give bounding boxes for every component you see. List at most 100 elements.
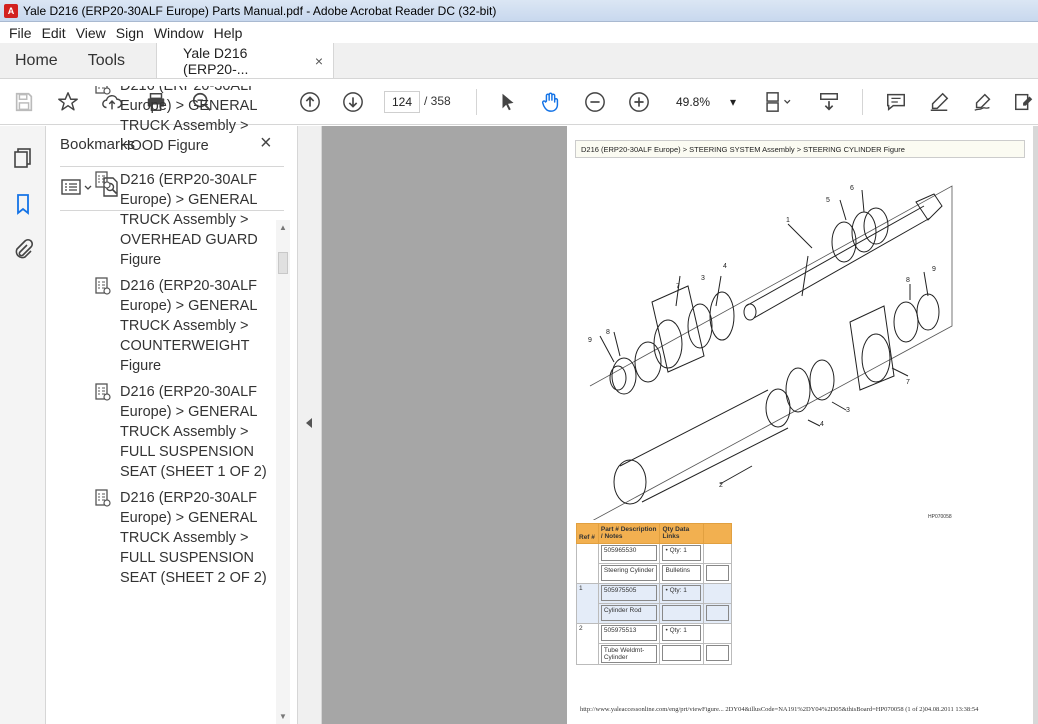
- part-number[interactable]: 505975505: [600, 585, 658, 601]
- menu-file[interactable]: File: [6, 25, 39, 41]
- table-row: 1 505975505 • Qty: 1: [576, 583, 732, 624]
- bookmarks-list: D216 (ERP20-30ALF Europe) > GENERAL TRUC…: [46, 86, 282, 598]
- document-scrollbar[interactable]: [1033, 126, 1038, 724]
- zoom-in-icon[interactable]: [627, 90, 651, 114]
- col-part: Part # Description / Notes: [597, 523, 661, 544]
- acrobat-icon: A: [4, 3, 18, 18]
- col-ref: Ref #: [576, 523, 599, 544]
- collapse-arrow-icon[interactable]: [306, 418, 312, 428]
- bookmark-item[interactable]: D216 (ERP20-30ALF Europe) > GENERAL TRUC…: [94, 86, 274, 156]
- edit-pdf-icon[interactable]: [1012, 90, 1036, 114]
- tab-home[interactable]: Home: [0, 43, 73, 78]
- scrolling-mode-icon[interactable]: [817, 90, 841, 114]
- callout-2: 2: [719, 482, 723, 489]
- toolbar-divider: [476, 89, 477, 115]
- window-title: Yale D216 (ERP20-30ALF Europe) Parts Man…: [23, 3, 497, 18]
- save-icon[interactable]: [12, 90, 36, 114]
- ref-cell: [576, 543, 599, 584]
- highlight-pen-icon[interactable]: [927, 90, 951, 114]
- col-extra: [703, 523, 732, 544]
- bookmark-item[interactable]: D216 (ERP20-30ALF Europe) > GENERAL TRUC…: [94, 382, 274, 482]
- chevron-down-icon: ▾: [729, 95, 736, 109]
- callout-5: 5: [826, 197, 830, 204]
- callout-9: 9: [588, 337, 592, 344]
- callout-7: 7: [906, 379, 910, 386]
- bookmark-page-icon: [95, 86, 111, 95]
- attachment-icon[interactable]: [11, 238, 35, 262]
- bookmark-label: D216 (ERP20-30ALF Europe) > GENERAL TRUC…: [120, 278, 258, 374]
- bookmark-icon[interactable]: [11, 192, 35, 216]
- tab-tools[interactable]: Tools: [73, 43, 140, 78]
- callout-4: 4: [820, 421, 824, 428]
- bookmark-item[interactable]: D216 (ERP20-30ALF Europe) > GENERAL TRUC…: [94, 488, 274, 588]
- table-row: Steering Cylinder Bulletins: [577, 563, 732, 584]
- page-down-icon[interactable]: [341, 90, 365, 114]
- bookmark-item[interactable]: D216 (ERP20-30ALF Europe) > GENERAL TRUC…: [94, 170, 274, 270]
- callout-3: 3: [701, 275, 705, 282]
- page-layout-icon[interactable]: [762, 90, 796, 114]
- menu-edit[interactable]: Edit: [39, 25, 73, 41]
- toolbar-divider: [862, 89, 863, 115]
- table-row: 2 505975513 • Qty: 1: [576, 623, 732, 665]
- bookmark-label: D216 (ERP20-30ALF Europe) > GENERAL TRUC…: [120, 384, 267, 480]
- tab-bar: Home Tools Yale D216 (ERP20-... ×: [0, 43, 1038, 79]
- zoom-out-icon[interactable]: [583, 90, 607, 114]
- title-bar: A Yale D216 (ERP20-30ALF Europe) Parts M…: [0, 0, 1038, 22]
- menu-window[interactable]: Window: [151, 25, 211, 41]
- tab-document-label: Yale D216 (ERP20-...: [183, 44, 249, 77]
- steering-cylinder-diagram: 1 2 3 4 5 6 7 8 9 9 8 7 3 4: [588, 185, 953, 520]
- ref-cell: 1: [576, 583, 599, 624]
- table-row: Cylinder Rod: [577, 603, 732, 624]
- scroll-up-icon[interactable]: ▲: [279, 223, 287, 232]
- page-up-icon[interactable]: [298, 90, 322, 114]
- data-links-cell: [662, 645, 702, 661]
- bookmark-page-icon: [95, 489, 111, 507]
- bookmark-item[interactable]: D216 (ERP20-30ALF Europe) > GENERAL TRUC…: [94, 276, 274, 376]
- parts-table: Ref # Part # Description / Notes Qty Dat…: [576, 523, 732, 665]
- callout-1: 1: [786, 217, 790, 224]
- menu-bar: File Edit View Sign Window Help: [0, 22, 1038, 43]
- qty-cell: • Qty: 1: [662, 545, 702, 561]
- comment-icon[interactable]: [884, 90, 908, 114]
- part-description: Steering Cylinder: [600, 565, 658, 581]
- bookmark-label: D216 (ERP20-30ALF Europe) > GENERAL TRUC…: [120, 172, 258, 268]
- scroll-down-icon[interactable]: ▼: [279, 712, 287, 721]
- select-cursor-icon[interactable]: [496, 90, 520, 114]
- scroll-thumb[interactable]: [278, 252, 288, 274]
- empty-cell: [706, 565, 729, 581]
- table-row: 505965530 • Qty: 1: [576, 543, 732, 584]
- table-row: Tube Weldmt-Cylinder: [577, 643, 732, 665]
- table-header: Ref # Part # Description / Notes Qty Dat…: [576, 523, 732, 544]
- empty-cell: [706, 605, 729, 621]
- qty-cell: • Qty: 1: [662, 625, 702, 641]
- fill-sign-icon[interactable]: [971, 90, 995, 114]
- bookmark-label: D216 (ERP20-30ALF Europe) > GENERAL TRUC…: [120, 86, 258, 154]
- page-thumbnails-icon[interactable]: [11, 146, 35, 170]
- bookmark-label: D216 (ERP20-30ALF Europe) > GENERAL TRUC…: [120, 490, 267, 586]
- page-footer-url: http://www.yaleaccessonline.com/eng/prt/…: [580, 706, 979, 713]
- tab-close-icon[interactable]: ×: [315, 53, 323, 69]
- part-number[interactable]: 505975513: [600, 625, 658, 641]
- page-number-input[interactable]: 124: [384, 91, 420, 113]
- tab-document[interactable]: Yale D216 (ERP20-... ×: [156, 43, 335, 78]
- bookmarks-scrollbar[interactable]: [276, 220, 290, 724]
- menu-view[interactable]: View: [73, 25, 113, 41]
- figure-code: HP070058: [928, 514, 952, 520]
- callout-3: 3: [846, 407, 850, 414]
- document-breadcrumb: D216 (ERP20-30ALF Europe) > STEERING SYS…: [575, 140, 1025, 158]
- bulletins-link[interactable]: Bulletins: [662, 565, 702, 581]
- part-description: Tube Weldmt-Cylinder: [600, 645, 658, 663]
- callout-6: 6: [850, 185, 854, 192]
- empty-cell: [706, 645, 729, 661]
- data-links-cell: [662, 605, 702, 621]
- bookmark-page-icon: [95, 383, 111, 401]
- zoom-select[interactable]: 49.8% ▾: [670, 91, 742, 113]
- hand-tool-icon[interactable]: [539, 90, 563, 114]
- zoom-value: 49.8%: [676, 95, 711, 109]
- callout-8: 8: [906, 277, 910, 284]
- menu-help[interactable]: Help: [211, 25, 250, 41]
- callout-7: 7: [676, 283, 680, 290]
- part-number[interactable]: 505965530: [600, 545, 658, 561]
- menu-sign[interactable]: Sign: [113, 25, 151, 41]
- ref-cell: 2: [576, 623, 599, 665]
